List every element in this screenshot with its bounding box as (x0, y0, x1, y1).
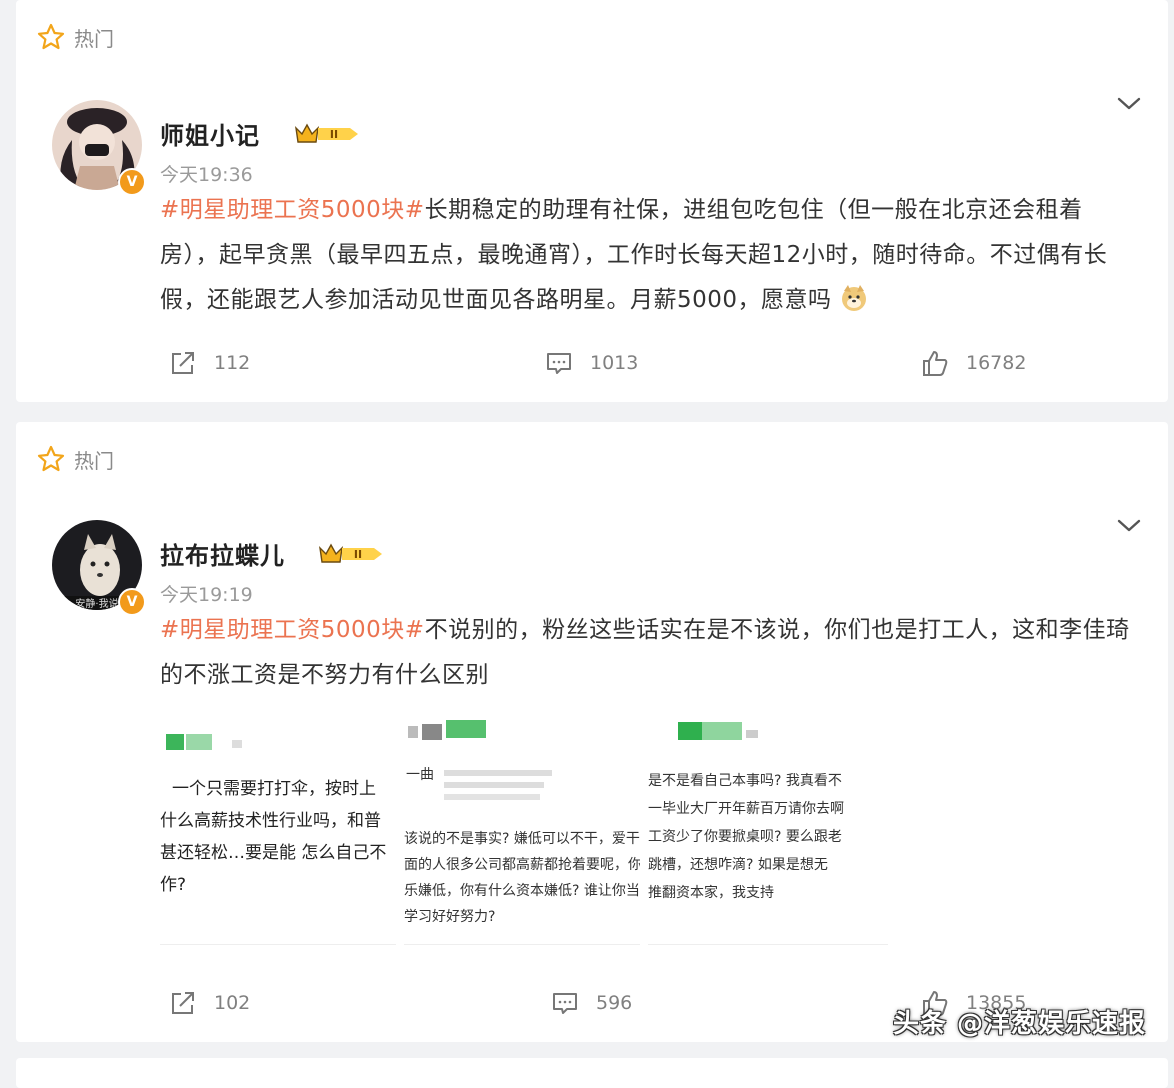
image-text-line: 甚还轻松…要是能 怎么自己不 (160, 843, 387, 863)
badge-level: II (354, 548, 362, 561)
hashtag-link[interactable]: #明星助理工资5000块# (160, 197, 425, 223)
image-text-line: 该说的不是事实? 嫌低可以不干，爱干 (404, 831, 640, 847)
comment-icon (550, 988, 580, 1018)
comment-button[interactable]: 596 (550, 988, 632, 1018)
image-text-line: 乐嫌低，你有什么资本嫌低? 谁让你当 (404, 883, 640, 899)
image-text-line: 面的人很多公司都高薪都抢着要呢，你 (404, 857, 640, 873)
image-text-line: 一毕业大厂开年薪百万请你去啊 (648, 801, 844, 817)
verified-badge: V (118, 588, 146, 616)
image-text-line: 什么高薪技术性行业吗，和普 (160, 811, 381, 831)
post-text: #明星助理工资5000块#不说别的，粉丝这些话实在是不该说，你们也是打工人，这和… (160, 608, 1140, 698)
comment-icon (544, 348, 574, 378)
like-count: 16782 (966, 352, 1027, 374)
verified-badge: V (118, 168, 146, 196)
chevron-down-icon[interactable] (1116, 518, 1142, 534)
screenshot-image[interactable]: 是不是看自己本事吗? 我真看不 一毕业大厂开年薪百万请你去啊 工资少了你要掀桌呗… (648, 708, 888, 945)
hot-tag: 热门 (36, 444, 114, 474)
like-button[interactable]: 16782 (920, 348, 1026, 378)
image-text-line: 跳槽，还想咋滴? 如果是想无 (648, 857, 828, 873)
hot-label: 热门 (74, 26, 114, 51)
hot-tag: 热门 (36, 22, 114, 52)
image-text-line: 作? (160, 875, 187, 895)
action-bar: 112 1013 16782 (16, 348, 1168, 388)
post-time: 今天19:36 (160, 164, 253, 186)
avatar-caption: 安静·我说 (75, 597, 118, 610)
star-icon (36, 22, 66, 52)
thumbs-up-icon (920, 348, 950, 378)
image-grid: 一个只需要打打伞，按时上 什么高薪技术性行业吗，和普 甚还轻松…要是能 怎么自己… (160, 708, 900, 945)
star-icon (36, 444, 66, 474)
comment-count: 596 (596, 992, 633, 1014)
doge-emoji-icon (839, 283, 869, 313)
share-icon (168, 348, 198, 378)
repost-button[interactable]: 112 (168, 348, 250, 378)
author-name[interactable]: 拉布拉蝶儿 (160, 536, 285, 571)
badge-level: II (330, 128, 338, 141)
repost-count: 112 (214, 352, 251, 374)
image-text-line: 推翻资本家，我支持 (648, 885, 774, 901)
image-text-line: 是不是看自己本事吗? 我真看不 (648, 773, 842, 789)
image-text-line: 学习好好努力? (404, 909, 496, 925)
comment-count: 1013 (590, 352, 639, 374)
repost-count: 102 (214, 992, 251, 1014)
screenshot-image[interactable]: 一曲 该说的不是事实? 嫌低可以不干，爱干 面的人很多公司都高薪都抢着要呢，你 … (404, 708, 640, 945)
post-card: 热门 V 师姐小记 II 今天19:36 #明星助理工资5000块#长期稳定的助… (16, 0, 1168, 402)
image-text-line: 工资少了你要掀桌呗? 要么跟老 (648, 829, 842, 845)
image-text-line: 一曲 (406, 767, 434, 783)
crown-level-badge-icon[interactable]: II (316, 542, 384, 566)
screenshot-image[interactable]: 一个只需要打打伞，按时上 什么高薪技术性行业吗，和普 甚还轻松…要是能 怎么自己… (160, 708, 396, 945)
image-text-line: 一个只需要打打伞，按时上 (172, 779, 376, 799)
post-time: 今天19:19 (160, 584, 253, 606)
comment-button[interactable]: 1013 (544, 348, 638, 378)
hot-label: 热门 (74, 448, 114, 473)
crown-level-badge-icon[interactable]: II (292, 122, 360, 146)
post-card (16, 1058, 1168, 1088)
repost-button[interactable]: 102 (168, 988, 250, 1018)
share-icon (168, 988, 198, 1018)
post-card: 热门 安静·我说 V 拉布拉蝶儿 II 今天19:19 #明星助理工资5000块… (16, 422, 1168, 1042)
chevron-down-icon[interactable] (1116, 96, 1142, 112)
hashtag-link[interactable]: #明星助理工资5000块# (160, 617, 425, 643)
watermark: 头条 @洋葱娱乐速报 (892, 1009, 1146, 1039)
author-name[interactable]: 师姐小记 (160, 116, 260, 151)
post-text: #明星助理工资5000块#长期稳定的助理有社保，进组包吃包住（但一般在北京还会租… (160, 188, 1140, 323)
